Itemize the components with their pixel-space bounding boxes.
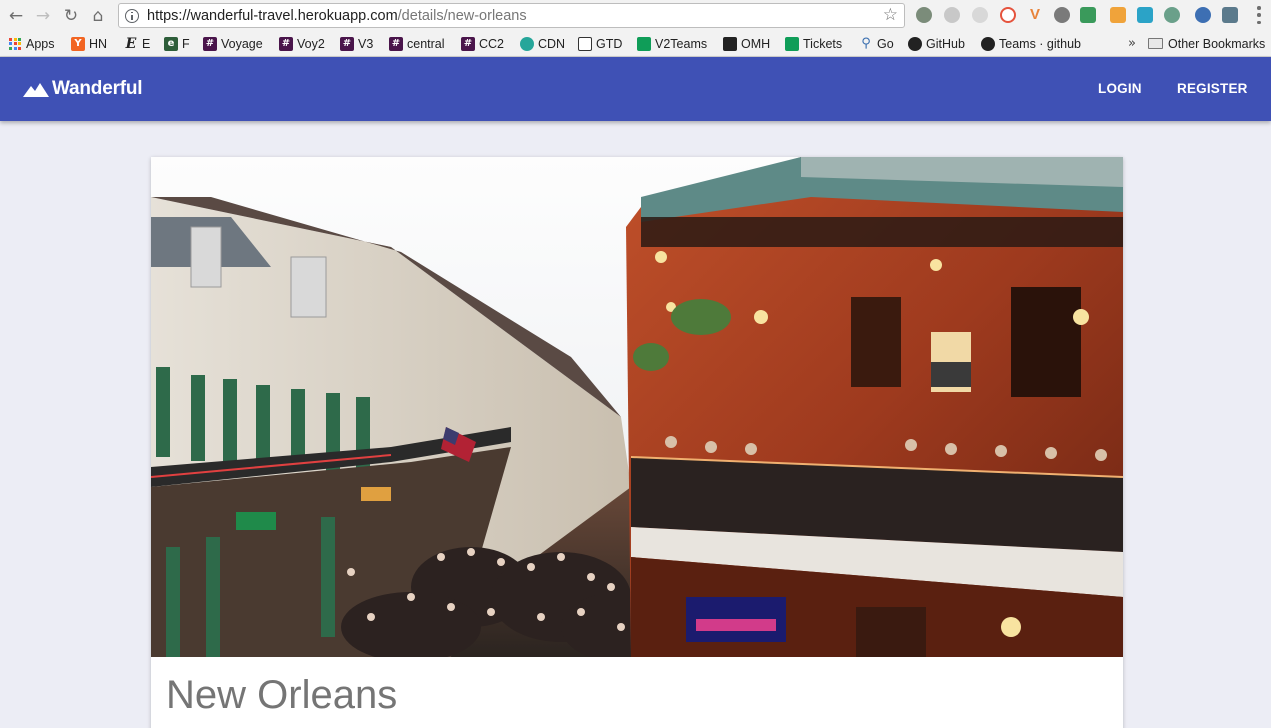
github-icon <box>908 36 922 51</box>
link-icon: ⚲ <box>861 36 871 51</box>
bookmark-apps[interactable]: Apps <box>9 35 55 52</box>
bookmark-label: Other Bookmarks <box>1168 36 1266 51</box>
bookmark-label: central <box>407 36 445 51</box>
bookmark-teams-github[interactable]: Teams · github <box>981 35 1081 52</box>
browser-menu-icon[interactable] <box>1257 6 1261 24</box>
app-bar: Wanderful LOGIN REGISTER <box>0 57 1271 121</box>
sheets-icon <box>637 36 651 51</box>
bookmark-e[interactable]: E E <box>124 35 151 52</box>
extension-icon-12[interactable] <box>1222 7 1238 23</box>
browser-chrome: ← → ↻ ⌂ https://wanderful-travel.herokua… <box>0 0 1271 57</box>
destination-hero-image <box>151 157 1123 657</box>
bookmark-label: Tickets <box>803 36 843 51</box>
brand-link[interactable]: Wanderful <box>23 78 143 100</box>
extension-icon-11[interactable] <box>1195 7 1211 23</box>
folder-icon <box>1148 38 1163 49</box>
slack-icon: # <box>389 36 403 51</box>
extension-icon-1[interactable] <box>916 7 932 23</box>
cdn-icon <box>520 36 534 51</box>
extension-icon-3[interactable] <box>972 7 988 23</box>
trello-icon[interactable] <box>1137 7 1153 23</box>
url-path: /details/new-orleans <box>397 7 527 24</box>
destination-title: New Orleans <box>166 673 398 717</box>
extension-icon-2[interactable] <box>944 7 960 23</box>
mountain-logo-icon <box>23 83 49 97</box>
login-button[interactable]: LOGIN <box>1098 81 1142 96</box>
bookmark-label: Apps <box>26 36 55 51</box>
bookmark-go[interactable]: ⚲ Go <box>859 35 894 52</box>
github-icon <box>981 36 995 51</box>
url-host: https://wanderful-travel.herokuapp.com <box>147 7 398 24</box>
bookmarks-overflow-icon[interactable]: » <box>1128 36 1136 51</box>
bookmark-label: GitHub <box>926 36 965 51</box>
bookmark-github[interactable]: GitHub <box>908 35 965 52</box>
bookmark-gtd[interactable]: GTD <box>578 35 622 52</box>
bookmark-v2teams[interactable]: V2Teams <box>637 35 707 52</box>
info-icon[interactable] <box>125 8 139 23</box>
bookmark-label: Voy2 <box>297 36 325 51</box>
bookmark-omh[interactable]: OMH <box>723 35 770 52</box>
f-icon: e <box>164 36 178 51</box>
bookmark-tickets[interactable]: Tickets <box>785 35 842 52</box>
bookmark-voyage[interactable]: # Voyage <box>203 35 263 52</box>
bookmark-label: HN <box>89 36 108 51</box>
bookmark-label: Voyage <box>221 36 263 51</box>
bookmarks-bar: Apps Y HN E E e F # Voyage # Voy2 # V3 #… <box>0 31 1271 56</box>
home-icon[interactable]: ⌂ <box>87 5 109 27</box>
extension-icon-8[interactable] <box>1110 7 1126 23</box>
bookmark-f[interactable]: e F <box>164 35 190 52</box>
bookmark-v3[interactable]: # V3 <box>340 35 373 52</box>
destination-card: New Orleans <box>151 157 1123 728</box>
bookmark-cc2[interactable]: # CC2 <box>461 35 504 52</box>
bookmark-star-icon[interactable]: ☆ <box>883 5 898 25</box>
sheets-icon <box>785 36 799 51</box>
extension-new-icon[interactable] <box>1080 7 1096 23</box>
slack-icon: # <box>340 36 354 51</box>
apps-grid-icon <box>9 37 21 50</box>
bookmark-label: E <box>142 36 151 51</box>
browser-toolbar: ← → ↻ ⌂ https://wanderful-travel.herokua… <box>0 0 1271 31</box>
bookmark-label: CDN <box>538 36 566 51</box>
gtd-icon <box>578 36 592 51</box>
bookmark-label: CC2 <box>479 36 505 51</box>
slack-icon: # <box>203 36 217 51</box>
hacker-news-icon: Y <box>71 36 85 51</box>
reload-icon[interactable]: ↻ <box>60 5 82 27</box>
bookmark-label: Go <box>877 36 894 51</box>
extension-icon-6[interactable] <box>1054 7 1070 23</box>
forward-icon[interactable]: → <box>32 5 54 27</box>
address-bar[interactable]: https://wanderful-travel.herokuapp.com/d… <box>118 3 905 28</box>
bookmark-label: GTD <box>596 36 623 51</box>
bookmark-label: V3 <box>358 36 374 51</box>
register-button[interactable]: REGISTER <box>1177 81 1248 96</box>
bookmark-other-folder[interactable]: Other Bookmarks <box>1148 35 1265 52</box>
extension-icon-10[interactable] <box>1164 7 1180 23</box>
bookmark-label: F <box>182 36 190 51</box>
e-icon: E <box>125 35 137 52</box>
bookmark-cdn[interactable]: CDN <box>520 35 565 52</box>
slack-icon: # <box>279 36 293 51</box>
slack-icon: # <box>461 36 475 51</box>
bookmark-label: OMH <box>741 36 771 51</box>
brand-name: Wanderful <box>52 78 143 99</box>
bookmark-central[interactable]: # central <box>389 35 445 52</box>
bookmark-label: Teams · github <box>999 36 1081 51</box>
bookmark-hn[interactable]: Y HN <box>71 35 107 52</box>
vue-devtools-icon[interactable]: V <box>1027 7 1043 23</box>
back-icon[interactable]: ← <box>5 5 27 27</box>
bookmark-voy2[interactable]: # Voy2 <box>279 35 325 52</box>
omh-icon <box>723 36 737 51</box>
extension-icon-4[interactable] <box>1000 7 1016 23</box>
bookmark-label: V2Teams <box>655 36 708 51</box>
url-text[interactable]: https://wanderful-travel.herokuapp.com/d… <box>147 8 527 24</box>
